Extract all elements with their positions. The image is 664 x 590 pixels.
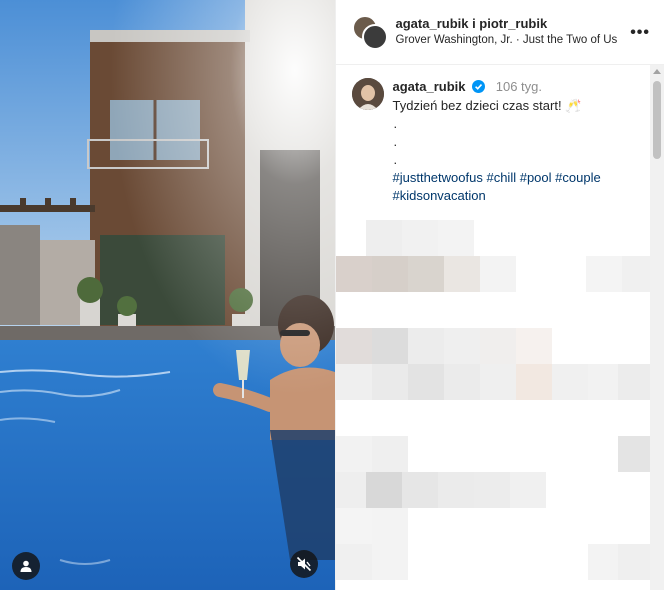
post-side-panel: agata_rubik i piotr_rubik Grover Washing… (334, 0, 664, 590)
blurred-comments (335, 210, 658, 590)
caption-dot: . (393, 152, 398, 167)
instagram-post: agata_rubik i piotr_rubik Grover Washing… (0, 0, 664, 590)
more-options-icon[interactable]: ••• (630, 24, 650, 42)
pool-scene-image (0, 0, 335, 590)
hashtag-link[interactable]: #justthetwoofus (393, 170, 483, 185)
comments-scrollbar[interactable] (650, 65, 664, 590)
hashtag-list: #justthetwoofus #chill #pool #couple #ki… (393, 169, 601, 205)
avatar-piotr-rubik[interactable] (361, 24, 388, 50)
scroll-up-arrow-icon[interactable] (653, 69, 661, 74)
caption-body: agata_rubik 106 tyg. Tydzień bez dzieci … (393, 78, 601, 205)
mute-button[interactable] (289, 550, 318, 578)
sound-off-icon (296, 556, 311, 572)
header-text: agata_rubik i piotr_rubik Grover Washing… (396, 15, 620, 49)
caption-avatar[interactable] (351, 78, 384, 110)
caption-dot: . (393, 116, 398, 131)
caption-dot: . (393, 134, 398, 149)
hashtag-link[interactable]: #pool (520, 170, 552, 185)
collab-usernames[interactable]: agata_rubik i piotr_rubik (396, 15, 620, 32)
caption-username[interactable]: agata_rubik (393, 79, 466, 94)
user-tag-button[interactable] (12, 552, 40, 580)
post-age[interactable]: 106 tyg. (496, 79, 542, 94)
caption-text: Tydzień bez dzieci czas start! 🥂 (392, 98, 582, 113)
collab-avatars[interactable] (351, 15, 388, 50)
post-header: agata_rubik i piotr_rubik Grover Washing… (335, 0, 664, 65)
user-tag-icon (20, 560, 32, 572)
scroll-thumb[interactable] (653, 81, 661, 159)
profile-picture (351, 78, 384, 110)
post-caption: agata_rubik 106 tyg. Tydzień bez dzieci … (336, 65, 664, 205)
verified-badge-icon (472, 80, 486, 93)
audio-track-link[interactable]: Grover Washington, Jr. · Just the Two of… (396, 32, 620, 49)
hashtag-link[interactable]: #chill (486, 170, 516, 185)
hashtag-link[interactable]: #couple (555, 170, 601, 185)
hashtag-link[interactable]: #kidsonvacation (393, 188, 486, 203)
post-photo[interactable] (0, 0, 335, 590)
